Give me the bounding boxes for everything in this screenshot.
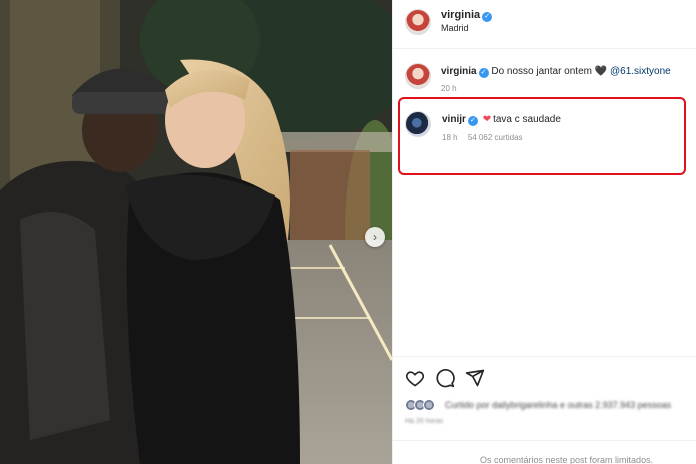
chevron-right-icon: › xyxy=(373,230,377,244)
like-button[interactable] xyxy=(405,368,425,388)
caption: virginia ✓ Do nosso jantar ontem 🖤 @61.si… xyxy=(441,66,671,78)
comment-meta: 18 h 54 062 curtidas xyxy=(442,133,531,142)
likes-text[interactable]: Curtido por dailybrigarelinha e outras 2… xyxy=(445,400,671,410)
liker-avatar xyxy=(423,399,435,411)
likes-summary[interactable]: Curtido por dailybrigarelinha e outras 2… xyxy=(405,399,696,413)
comment-username[interactable]: vinijr xyxy=(442,114,466,125)
share-button[interactable] xyxy=(465,368,485,388)
verified-badge-icon: ✓ xyxy=(482,12,493,22)
caption-username[interactable]: virginia xyxy=(441,66,477,77)
carousel-next-button[interactable]: › xyxy=(365,227,385,247)
caption-text: Do nosso jantar ontem xyxy=(491,66,592,77)
comments-limited-notice: Os comentários neste post foram limitado… xyxy=(480,455,654,464)
caption-avatar[interactable] xyxy=(405,63,431,89)
post-author[interactable]: virginia ✓ xyxy=(441,9,493,22)
caption-mention-link[interactable]: @61.sixtyone xyxy=(610,66,671,77)
black-heart-emoji: 🖤 xyxy=(594,66,608,77)
heart-icon xyxy=(405,371,425,387)
caption-time[interactable]: 20 h xyxy=(441,84,457,93)
comment-text: tava c saudade xyxy=(493,114,561,125)
comment-likes[interactable]: 54 062 curtidas xyxy=(468,133,523,142)
post-author-username[interactable]: virginia xyxy=(441,9,480,21)
post-author-avatar[interactable] xyxy=(405,9,431,35)
actions-divider xyxy=(392,356,696,357)
comment: vinijr ✓ ❤ tava c saudade xyxy=(442,114,561,126)
verified-badge-icon: ✓ xyxy=(478,68,489,78)
footer-divider xyxy=(392,440,696,441)
red-heart-emoji: ❤ xyxy=(482,114,492,125)
post-photo: › xyxy=(0,0,392,464)
comment-time[interactable]: 18 h xyxy=(442,133,458,142)
post-location[interactable]: Madrid xyxy=(441,23,469,33)
comment-button[interactable] xyxy=(435,368,455,388)
comment-avatar[interactable] xyxy=(405,111,431,137)
photo-illustration xyxy=(0,0,392,464)
header-divider xyxy=(392,48,696,49)
verified-badge-icon: ✓ xyxy=(467,116,478,126)
share-icon xyxy=(465,369,485,387)
comment-icon xyxy=(436,369,455,388)
post-date: Há 20 horas xyxy=(405,418,444,425)
